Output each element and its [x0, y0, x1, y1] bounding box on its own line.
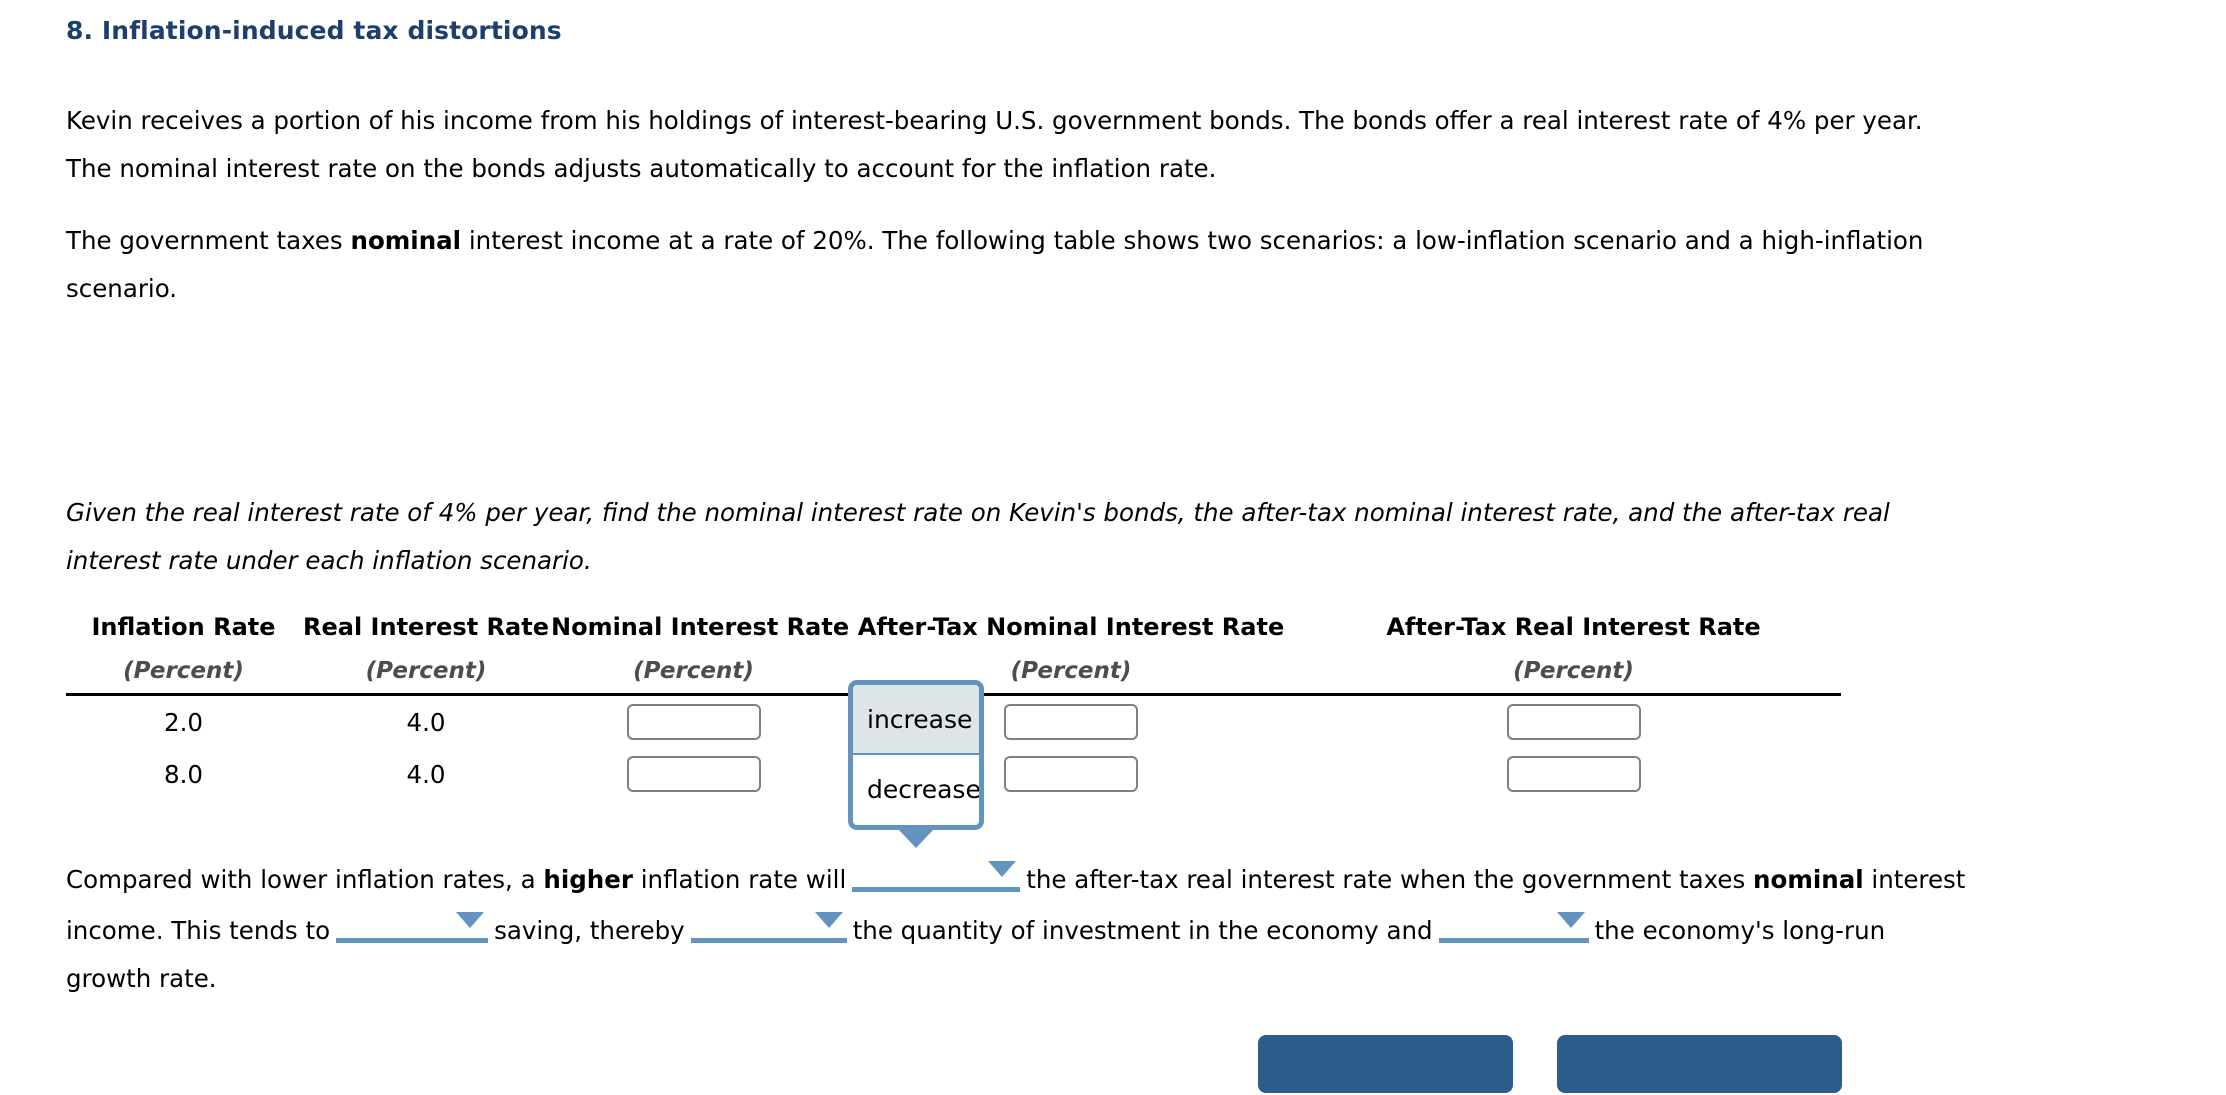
task-prompt: Given the real interest rate of 4% per y…: [66, 489, 1936, 585]
page-title: 8. Inflation-induced tax distortions: [66, 16, 562, 45]
open-dropdown-menu[interactable]: increase decrease: [848, 680, 984, 849]
conclusion-text-1: Compared with lower inflation rates, a: [66, 865, 544, 894]
task-prompt-text: Given the real interest rate of 4% per y…: [66, 498, 1890, 575]
input-nominal-rate-row2[interactable]: [626, 756, 761, 792]
grade-it-now-button[interactable]: [1258, 1035, 1513, 1093]
chevron-down-icon: [456, 912, 485, 928]
action-button-row: [1258, 1035, 1842, 1095]
conclusion-text-5: saving, thereby: [494, 916, 685, 945]
table-header-row: Inflation Rate Real Interest Rate Nomina…: [66, 605, 1841, 649]
chevron-down-icon: [1556, 912, 1585, 928]
cell-real-rate-row1: 4.0: [406, 707, 446, 737]
save-continue-button[interactable]: [1557, 1035, 1842, 1093]
cell-after-tax-real-row1: [1306, 695, 1841, 749]
question-page: 8. Inflation-induced tax distortions Kev…: [0, 0, 2226, 1093]
col-header-after-tax-nominal: After-Tax Nominal Interest Rate: [857, 613, 1285, 641]
cell-nominal-rate-row2: [551, 748, 836, 800]
chevron-down-icon: [988, 861, 1017, 877]
input-after-tax-nominal-row2[interactable]: [1004, 756, 1138, 792]
intro-paragraph-text: Kevin receives a portion of his income f…: [66, 106, 1923, 183]
input-after-tax-real-row1[interactable]: [1506, 704, 1641, 740]
cell-nominal-rate-row1: [551, 695, 836, 749]
col-header-real-rate: Real Interest Rate: [303, 613, 549, 641]
cell-real-rate-row2: 4.0: [406, 759, 446, 789]
conclusion-bold-nominal: nominal: [1753, 865, 1864, 894]
col-header-inflation-rate: Inflation Rate: [91, 613, 276, 641]
open-dropdown-box: increase decrease: [848, 680, 984, 830]
chevron-down-icon: [814, 912, 843, 928]
select-effect-on-saving[interactable]: [336, 908, 489, 943]
cell-after-tax-real-row2: [1306, 748, 1841, 800]
conclusion-text-3: the after-tax real interest rate when th…: [1026, 865, 1746, 894]
col-header-nominal-rate: Nominal Interest Rate: [551, 613, 850, 641]
col-unit-after-tax-real: (Percent): [1513, 658, 1634, 684]
col-unit-nominal-rate: (Percent): [633, 658, 754, 684]
intro-paragraph: Kevin receives a portion of his income f…: [66, 97, 1926, 193]
tax-paragraph: The government taxes nominal interest in…: [66, 217, 1926, 313]
select-effect-on-investment[interactable]: [690, 908, 847, 943]
input-nominal-rate-row1[interactable]: [626, 704, 761, 740]
col-unit-inflation-rate: (Percent): [123, 658, 244, 684]
conclusion-text-6: the quantity of investment in the econom…: [852, 916, 1433, 945]
tax-paragraph-bold-nominal: nominal: [350, 226, 462, 255]
conclusion-bold-higher: higher: [543, 865, 633, 894]
dropdown-option-decrease[interactable]: decrease: [853, 755, 979, 825]
dropdown-pointer-icon: [898, 829, 934, 848]
col-unit-real-rate: (Percent): [365, 658, 487, 684]
conclusion-paragraph: Compared with lower inflation rates, a h…: [66, 853, 1966, 1003]
conclusion-text-2: inflation rate will: [632, 865, 847, 894]
col-header-after-tax-real: After-Tax Real Interest Rate: [1386, 613, 1761, 641]
tax-paragraph-text-a: The government taxes: [66, 226, 351, 255]
select-effect-on-after-tax-real-rate[interactable]: [852, 857, 1021, 892]
cell-inflation-rate-row2: 8.0: [164, 759, 203, 789]
cell-inflation-rate-row1: 2.0: [164, 707, 203, 737]
dropdown-option-increase[interactable]: increase: [853, 685, 979, 755]
input-after-tax-real-row2[interactable]: [1506, 756, 1641, 792]
select-effect-on-growth-rate[interactable]: [1438, 908, 1589, 943]
input-after-tax-nominal-row1[interactable]: [1004, 704, 1138, 740]
